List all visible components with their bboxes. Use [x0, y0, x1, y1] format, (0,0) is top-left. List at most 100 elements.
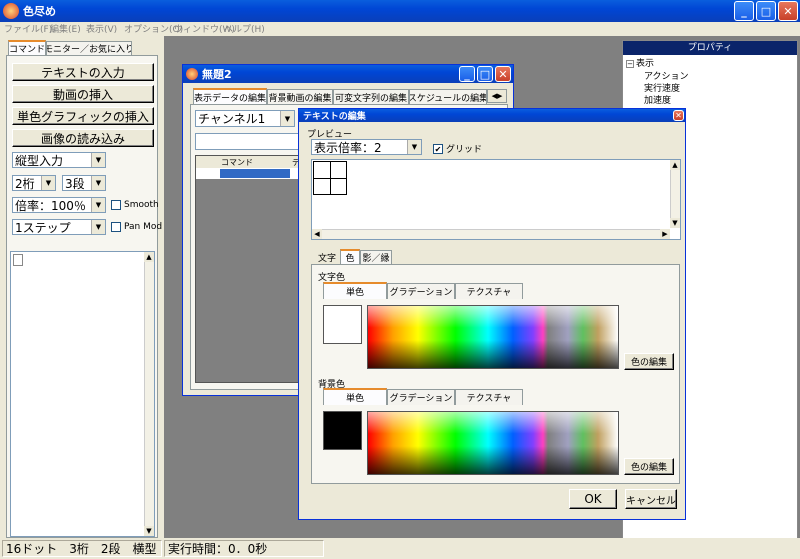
ok-button[interactable]: OK: [569, 489, 617, 509]
close-icon[interactable]: ✕: [673, 110, 684, 121]
chevron-down-icon: ▼: [91, 220, 105, 234]
insert-video-button[interactable]: 動画の挿入: [12, 85, 154, 103]
channel-combo-value: チャンネル1: [198, 112, 266, 126]
text-color-swatch[interactable]: [323, 305, 362, 344]
digits-combo-value: 2桁: [15, 176, 35, 191]
rows-combo[interactable]: 3段 ▼: [62, 175, 106, 191]
bg-color-palette[interactable]: [367, 411, 619, 475]
step-combo-value: 1ステップ: [15, 220, 71, 235]
text-fill-tab-texture[interactable]: テクスチャ: [455, 283, 523, 299]
pan-mod-checkbox[interactable]: Pan Mod: [111, 222, 162, 232]
doc-title-bar: 無題2 _ □ ✕: [183, 65, 513, 83]
smooth-label: Smooth: [124, 200, 159, 210]
doc-text-field[interactable]: [195, 133, 305, 150]
dialog-title: テキストの編集: [303, 112, 366, 122]
scroll-down-icon[interactable]: ▼: [670, 218, 680, 228]
menu-help[interactable]: ヘルプ(H): [224, 22, 265, 35]
command-table[interactable]: [195, 155, 305, 383]
preview-canvas[interactable]: [311, 159, 681, 240]
cancel-button[interactable]: キャンセル: [625, 489, 677, 509]
tree-root[interactable]: − 表示: [626, 56, 654, 69]
rows-combo-value: 3段: [65, 176, 85, 191]
left-list-scrollbar[interactable]: [144, 252, 154, 536]
doc-tab-scroll[interactable]: ◀▶: [487, 89, 507, 103]
minimize-icon[interactable]: _: [459, 66, 475, 82]
properties-title: プロパティ: [623, 41, 797, 55]
layout-combo-value: 縦型入力: [15, 153, 64, 168]
channel-combo[interactable]: チャンネル1 ▼: [195, 110, 295, 127]
maximize-icon[interactable]: □: [756, 1, 776, 21]
chevron-down-icon: ▼: [407, 140, 421, 154]
layout-combo[interactable]: 縦型入力 ▼: [12, 152, 106, 168]
chevron-down-icon: ▼: [41, 176, 55, 190]
grid-label: グリッド: [446, 145, 483, 155]
digits-combo[interactable]: 2桁 ▼: [12, 175, 56, 191]
table-header-command: コマンド: [221, 158, 253, 167]
scroll-up-icon[interactable]: ▲: [670, 160, 680, 170]
text-fill-tab-solid[interactable]: 単色: [323, 282, 387, 299]
left-preview-list[interactable]: [10, 251, 155, 537]
checkbox-box: [111, 200, 121, 210]
status-run-time: 実行時間：0．0秒: [164, 540, 324, 557]
app-title: 色尽め: [23, 5, 56, 18]
menu-bar: [0, 22, 800, 36]
app-icon: [3, 3, 19, 19]
insert-solid-graphic-button[interactable]: 単色グラフィックの挿入: [12, 107, 154, 125]
tab-monitor-favorites[interactable]: モニター／お気に入り: [46, 41, 132, 55]
bg-fill-tab-solid[interactable]: 単色: [323, 388, 387, 405]
tab-bg-video[interactable]: 背景動画の編集: [267, 89, 333, 104]
tab-schedule[interactable]: スケジュールの編集: [409, 89, 487, 104]
main-title-bar: 色尽め _ □ ✕: [0, 0, 800, 22]
check-icon: ✔: [433, 143, 443, 154]
chevron-down-icon: ▼: [91, 176, 105, 190]
load-image-button[interactable]: 画像の読み込み: [12, 129, 154, 147]
close-icon[interactable]: ✕: [495, 66, 511, 82]
table-row-selected-cell: [220, 169, 290, 178]
preview-zoom-value: 表示倍率：2: [314, 140, 382, 155]
text-fill-tab-gradient[interactable]: グラデーション: [387, 283, 455, 299]
chevron-down-icon: ▼: [280, 111, 294, 126]
tree-root-label: 表示: [636, 59, 655, 69]
preview-grid-cell: [313, 161, 347, 195]
preview-zoom-combo[interactable]: 表示倍率：2 ▼: [311, 139, 422, 155]
doc-title: 無題2: [202, 68, 232, 81]
tab-color[interactable]: 色: [340, 249, 360, 264]
scroll-left-icon[interactable]: ◀: [312, 229, 322, 239]
pan-mod-label: Pan Mod: [124, 222, 163, 232]
status-text-settings: 16ドット 3桁 2段 横型: [2, 540, 162, 557]
tab-commands[interactable]: コマンド: [8, 40, 46, 55]
scroll-down-icon[interactable]: ▼: [144, 526, 154, 536]
text-input-button[interactable]: テキストの入力: [12, 63, 154, 81]
minimize-icon[interactable]: _: [734, 1, 754, 21]
chevron-down-icon: ▼: [91, 198, 105, 212]
tab-text[interactable]: 文字: [314, 250, 340, 264]
bg-fill-tab-texture[interactable]: テクスチャ: [455, 389, 523, 405]
menu-view[interactable]: 表示(V): [86, 22, 117, 35]
text-color-palette[interactable]: [367, 305, 619, 369]
close-icon[interactable]: ✕: [778, 1, 798, 21]
bg-color-edit-button[interactable]: 色の編集: [624, 458, 674, 475]
step-combo[interactable]: 1ステップ ▼: [12, 219, 106, 235]
grid-checkbox[interactable]: ✔ グリッド: [433, 142, 482, 155]
bg-color-swatch[interactable]: [323, 411, 362, 450]
preview-hscrollbar[interactable]: [312, 229, 670, 239]
tab-display-data[interactable]: 表示データの編集: [193, 88, 267, 104]
maximize-icon[interactable]: □: [477, 66, 493, 82]
zoom-combo[interactable]: 倍率：100％ ▼: [12, 197, 106, 213]
checkbox-box: [111, 222, 121, 232]
tab-shadow-border[interactable]: 影／縁: [360, 250, 392, 264]
collapse-icon[interactable]: −: [626, 60, 634, 68]
menu-edit[interactable]: 編集(E): [50, 22, 81, 35]
zoom-combo-value: 倍率：100％: [15, 198, 86, 213]
chevron-down-icon: ▼: [91, 153, 105, 167]
bg-fill-tab-gradient[interactable]: グラデーション: [387, 389, 455, 405]
scroll-up-icon[interactable]: ▲: [144, 252, 154, 262]
menu-file[interactable]: ファイル(F): [4, 22, 52, 35]
list-cursor: [13, 254, 23, 266]
property-acceleration[interactable]: 加速度: [644, 93, 671, 106]
doc-icon: [186, 68, 198, 80]
scroll-right-icon[interactable]: ▶: [660, 229, 670, 239]
text-color-edit-button[interactable]: 色の編集: [624, 353, 674, 370]
smooth-checkbox[interactable]: Smooth: [111, 200, 159, 210]
tab-variable-string[interactable]: 可変文字列の編集: [333, 89, 409, 104]
